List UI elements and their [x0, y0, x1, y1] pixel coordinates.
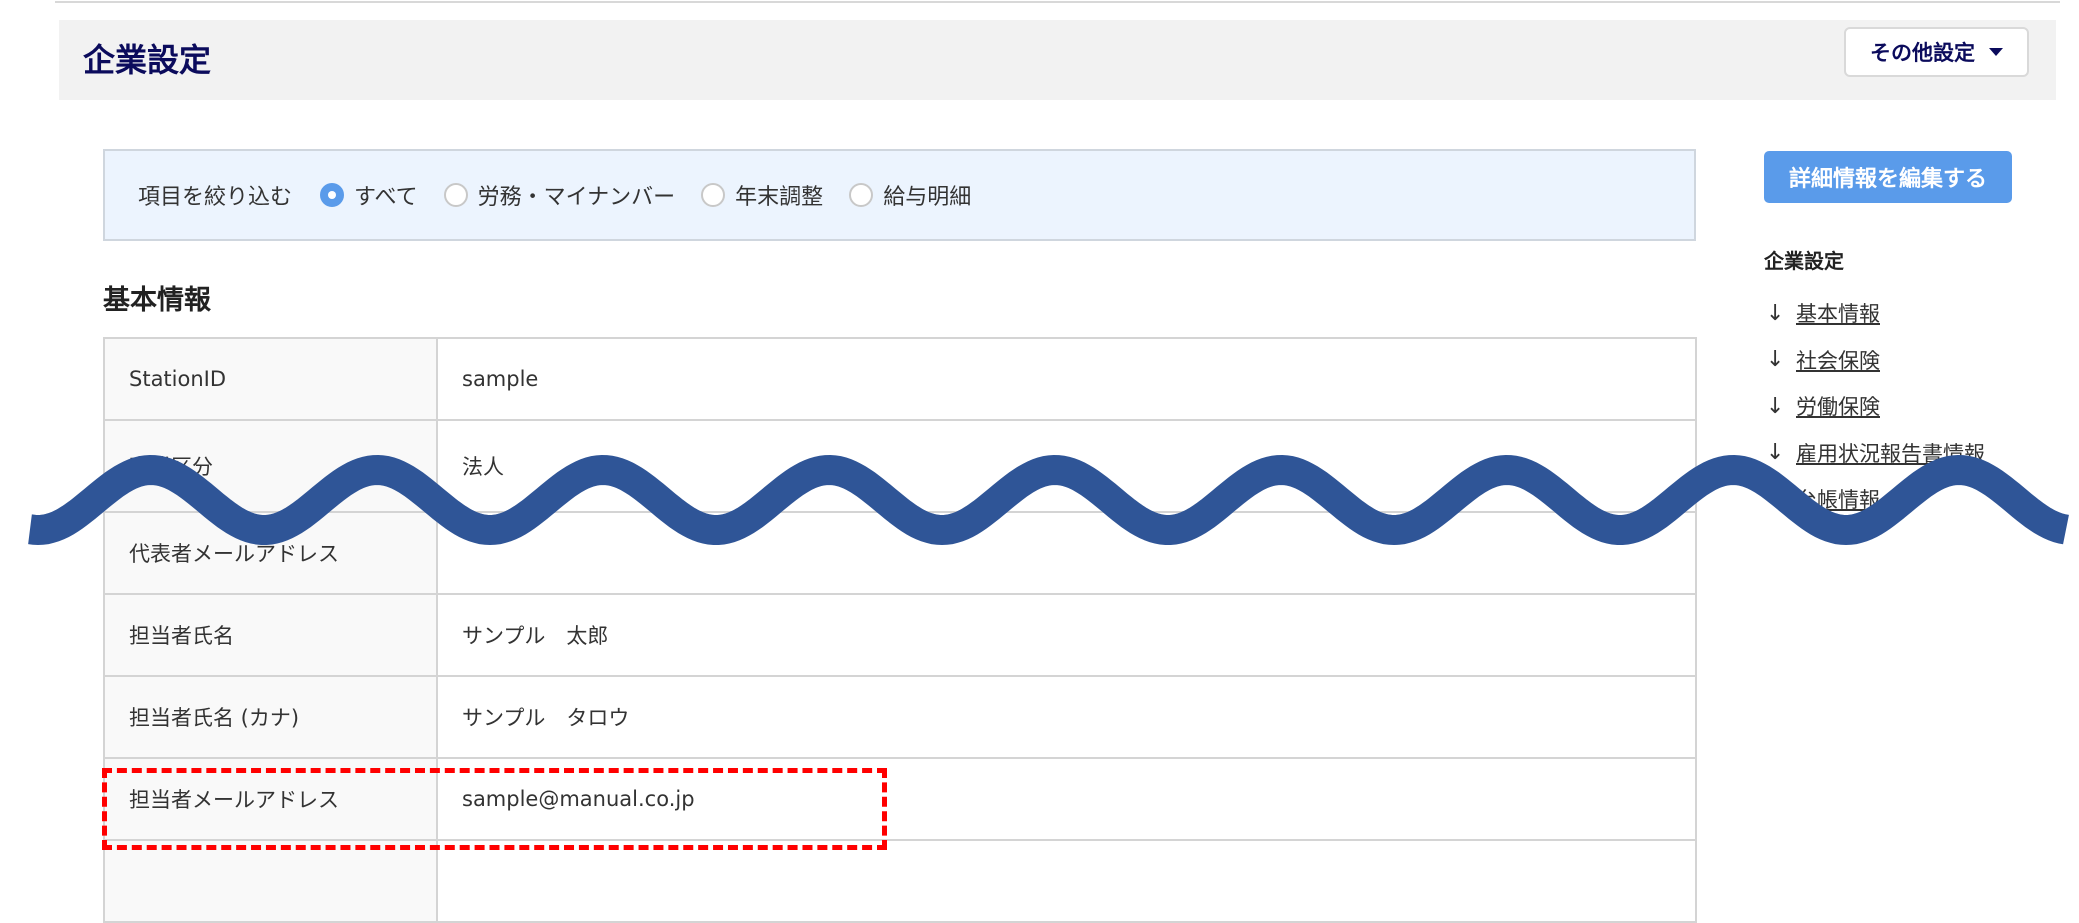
wave-line: [28, 454, 2069, 546]
wave-separator: [28, 454, 2069, 546]
